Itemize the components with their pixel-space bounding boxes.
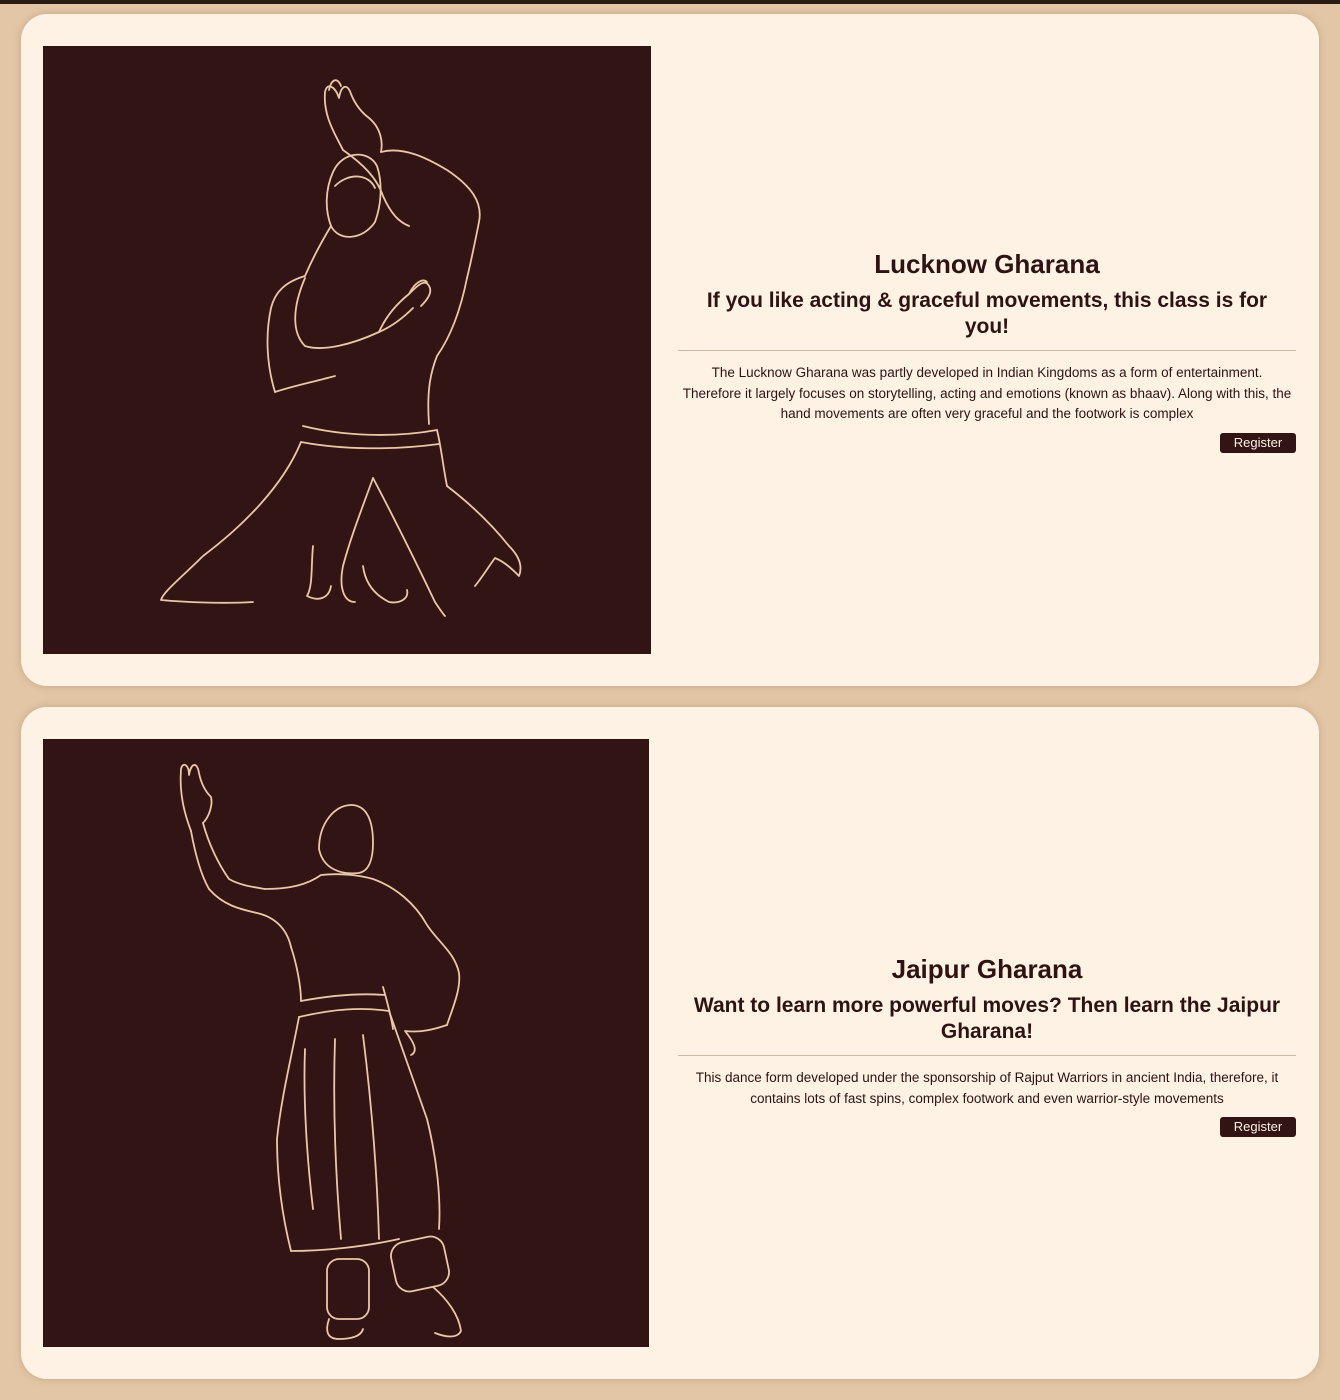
class-title: Jaipur Gharana bbox=[891, 954, 1083, 984]
class-card-jaipur: Jaipur Gharana Want to learn more powerf… bbox=[21, 707, 1319, 1379]
class-title: Lucknow Gharana bbox=[874, 249, 1100, 279]
kneeling-dancer-illustration bbox=[160, 79, 522, 617]
top-banner-edge bbox=[0, 0, 1340, 4]
class-info: Jaipur Gharana Want to learn more powerf… bbox=[678, 953, 1296, 1137]
class-description: The Lucknow Gharana was partly developed… bbox=[682, 365, 1292, 421]
divider bbox=[678, 1055, 1296, 1056]
dancer-illustration bbox=[43, 46, 651, 654]
class-info: Lucknow Gharana If you like acting & gra… bbox=[678, 248, 1296, 453]
button-row: Register bbox=[678, 432, 1296, 453]
class-subtitle: Want to learn more powerful moves? Then … bbox=[693, 994, 1281, 1043]
class-description: This dance form developed under the spon… bbox=[695, 1070, 1279, 1106]
dancer-illustration bbox=[43, 739, 649, 1347]
standing-dancer-illustration bbox=[179, 763, 462, 1340]
button-row: Register bbox=[678, 1117, 1296, 1137]
divider bbox=[678, 350, 1296, 351]
class-subtitle: If you like acting & graceful movements,… bbox=[706, 289, 1268, 338]
register-button[interactable]: Register bbox=[1220, 1117, 1296, 1137]
register-button[interactable]: Register bbox=[1220, 432, 1296, 453]
class-card-lucknow: Lucknow Gharana If you like acting & gra… bbox=[21, 14, 1319, 686]
